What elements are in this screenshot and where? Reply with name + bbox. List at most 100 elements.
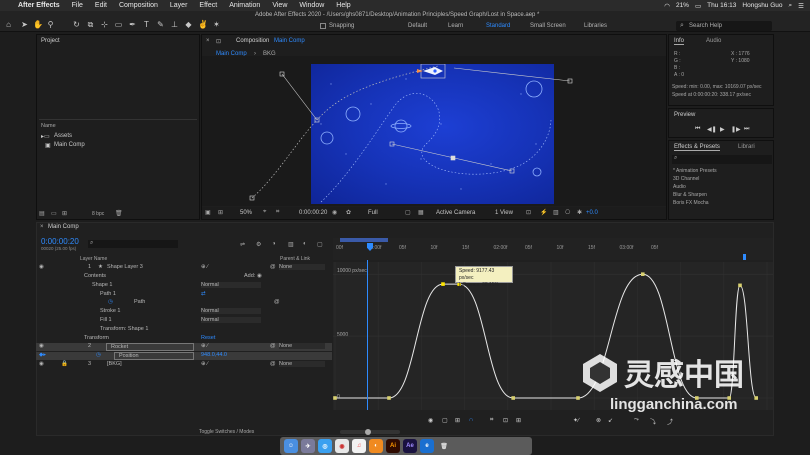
layer-row-fill-1[interactable]: Fill 1 Normal bbox=[36, 317, 332, 325]
exposure-icon[interactable]: ✱ bbox=[577, 209, 582, 216]
auto-bezier-icon[interactable]: ⤵ bbox=[650, 417, 656, 426]
keyframe[interactable] bbox=[387, 396, 391, 400]
selection-tool-icon[interactable]: ➤ bbox=[20, 20, 29, 29]
roto-tool-icon[interactable]: ✌ bbox=[198, 20, 208, 29]
timeline-icon[interactable]: ▥ bbox=[553, 209, 559, 216]
pan-behind-tool-icon[interactable]: ⊹ bbox=[100, 20, 109, 29]
link-icon[interactable]: @ bbox=[270, 361, 276, 367]
graph-type-icon[interactable]: ▢ bbox=[442, 417, 448, 424]
link-icon[interactable]: @ bbox=[270, 343, 276, 349]
zoom-slider-thumb[interactable] bbox=[365, 429, 371, 435]
show-channel-icon[interactable]: ✿ bbox=[346, 209, 351, 216]
layer-row-transform-shape-1[interactable]: Transform: Shape 1 bbox=[36, 326, 332, 334]
parent-dropdown[interactable]: None bbox=[279, 361, 325, 367]
layer-row-transform[interactable]: Transform Reset bbox=[36, 335, 332, 343]
stopwatch-icon[interactable]: ◷ bbox=[96, 352, 101, 358]
layer-name[interactable]: Rocket bbox=[106, 343, 194, 351]
hold-icon[interactable]: ↙ bbox=[608, 417, 613, 424]
tab-effects-presets[interactable]: Effects & Presets bbox=[674, 144, 720, 151]
draft-3d-icon[interactable]: ⚙ bbox=[256, 241, 261, 248]
layer-row-rocket[interactable]: ◉ 2 Rocket ⊕ ∕ @ None bbox=[36, 343, 332, 351]
fill-mode-dropdown[interactable]: Normal bbox=[201, 317, 261, 323]
menu-help[interactable]: Help bbox=[330, 2, 356, 9]
pick-whip-icon[interactable]: @ bbox=[274, 299, 280, 305]
transparency-grid-icon[interactable]: ▦ bbox=[418, 209, 424, 216]
home-icon[interactable]: ⌂ bbox=[4, 20, 13, 29]
dock-launchpad[interactable]: ✈ bbox=[301, 439, 315, 453]
eraser-tool-icon[interactable]: ◆ bbox=[184, 20, 193, 29]
keyframe[interactable] bbox=[511, 396, 515, 400]
work-area-bar[interactable] bbox=[340, 238, 388, 242]
lock-icon[interactable]: 🔒 bbox=[61, 361, 68, 367]
frame-blending-icon[interactable]: ▥ bbox=[288, 241, 294, 248]
battery-icon[interactable]: ▭ bbox=[695, 2, 701, 10]
keyframe[interactable] bbox=[738, 283, 742, 288]
layer-name[interactable]: Shape Layer 3 bbox=[107, 264, 143, 270]
keyframe[interactable] bbox=[441, 282, 445, 286]
shape-group-label[interactable]: Shape 1 bbox=[92, 282, 113, 288]
new-composition-icon[interactable]: ⊞ bbox=[62, 210, 67, 217]
work-area-end[interactable] bbox=[743, 254, 746, 260]
visibility-icon[interactable]: ◉ bbox=[39, 264, 44, 270]
snap-icon[interactable]: ∩ bbox=[469, 417, 473, 423]
snapshot-icon[interactable]: ◉ bbox=[332, 209, 337, 216]
toggle-switches-modes[interactable]: Toggle Switches / Modes bbox=[199, 429, 254, 435]
project-item-main-comp[interactable]: Main Comp bbox=[54, 142, 85, 148]
tab-info[interactable]: Info bbox=[674, 38, 685, 45]
shy-icon[interactable]: ◑ bbox=[272, 241, 276, 247]
close-icon[interactable]: × bbox=[206, 38, 210, 44]
rotate-tool-icon[interactable]: ↻ bbox=[72, 20, 81, 29]
close-icon[interactable]: × bbox=[40, 224, 44, 230]
add-icon[interactable]: ◉ bbox=[257, 273, 262, 279]
dock-trash[interactable]: 🗑 bbox=[437, 439, 451, 453]
tab-audio[interactable]: Audio bbox=[706, 38, 721, 44]
contents-label[interactable]: Contents bbox=[84, 273, 106, 279]
column-layer-name[interactable]: Layer Name bbox=[80, 256, 107, 262]
project-item-assets[interactable]: Assets bbox=[54, 133, 72, 139]
menu-view[interactable]: View bbox=[266, 2, 293, 9]
path-vertices[interactable] bbox=[249, 71, 573, 201]
menu-composition[interactable]: Composition bbox=[113, 2, 164, 9]
fast-preview-icon[interactable]: ⚡ bbox=[540, 209, 547, 216]
effects-search-field[interactable]: ⌕ bbox=[672, 155, 772, 164]
first-frame-icon[interactable]: ⏮ bbox=[695, 126, 700, 133]
next-frame-icon[interactable]: ❚▶ bbox=[731, 126, 741, 133]
workspace-learn[interactable]: Learn bbox=[448, 23, 463, 29]
last-frame-icon[interactable]: ⏭ bbox=[744, 126, 749, 133]
menu-list-icon[interactable]: ☰ bbox=[798, 2, 804, 10]
view-layout-dropdown[interactable]: 1 View bbox=[495, 210, 513, 216]
keyframe-nav-icon[interactable]: ◆▸ bbox=[39, 352, 46, 358]
fit-icon[interactable]: ⊞ bbox=[516, 417, 521, 424]
layer-row-position[interactable]: ◆▸ ◷ Position 948.0,44.0 bbox=[36, 352, 332, 360]
resolution-dropdown[interactable]: Full bbox=[368, 210, 378, 216]
blend-mode-dropdown[interactable]: Normal bbox=[201, 282, 261, 288]
zoom-dropdown[interactable]: 50% bbox=[240, 210, 252, 216]
app-menu[interactable]: After Effects bbox=[12, 2, 66, 9]
parent-dropdown[interactable]: None bbox=[279, 264, 325, 270]
project-panel-title[interactable]: Project bbox=[41, 38, 60, 44]
clone-tool-icon[interactable]: ⊥ bbox=[170, 20, 179, 29]
switches-icon[interactable]: ⊕ ∕ bbox=[201, 264, 208, 270]
bpc-label[interactable]: 8 bpc bbox=[92, 211, 104, 217]
region-icon[interactable]: ⌖ bbox=[263, 209, 266, 216]
dock-illustrator[interactable]: Ai bbox=[386, 439, 400, 453]
layer-row-contents[interactable]: Contents Add: ◉ bbox=[36, 273, 332, 281]
switches-icon[interactable]: ⊕ ∕ bbox=[201, 343, 208, 349]
transform-box-icon[interactable]: ⊞ bbox=[455, 417, 460, 424]
path-left-segment[interactable] bbox=[251, 65, 439, 199]
position-value[interactable]: 948.0,44.0 bbox=[201, 352, 227, 358]
user-name[interactable]: Hongshu Guo bbox=[742, 2, 782, 9]
spotlight-icon[interactable]: ⌕ bbox=[789, 2, 793, 10]
effects-item-blur-sharpen[interactable]: Blur & Sharpen bbox=[673, 192, 707, 198]
linear-icon[interactable]: ⤳ bbox=[634, 417, 639, 424]
layer-row-path[interactable]: ◷ Path @ bbox=[36, 299, 332, 307]
wifi-icon[interactable]: ◠ bbox=[664, 2, 670, 10]
transform-shape-label[interactable]: Transform: Shape 1 bbox=[100, 326, 148, 332]
menu-edit[interactable]: Edit bbox=[89, 2, 113, 9]
zoom-slider[interactable] bbox=[340, 429, 400, 435]
separate-dimensions-icon[interactable]: ✦∕ bbox=[573, 417, 579, 424]
camera-tool-icon[interactable]: ⧉ bbox=[86, 20, 95, 29]
project-column-name[interactable]: Name bbox=[41, 123, 56, 129]
rectangle-tool-icon[interactable]: ▭ bbox=[114, 20, 123, 29]
fit-selection-icon[interactable]: ⌗ bbox=[490, 417, 493, 424]
